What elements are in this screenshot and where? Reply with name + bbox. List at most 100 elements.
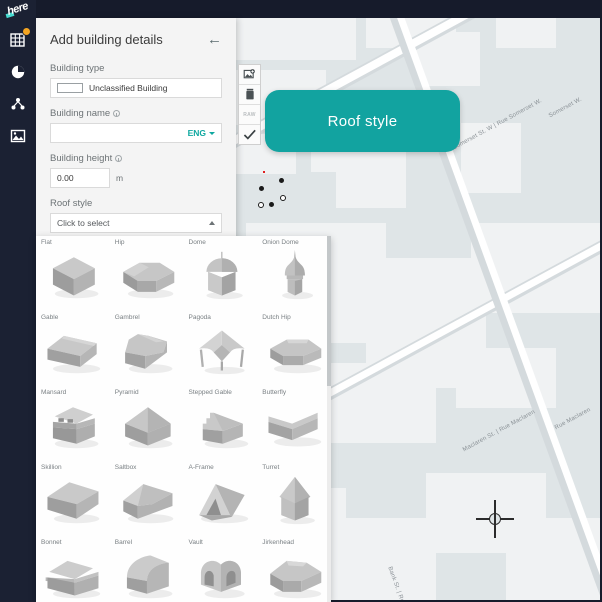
field-building-height: Building height 0.00 m: [36, 153, 236, 188]
here-logo[interactable]: here: [3, 1, 35, 19]
roof-option-label: Vault: [188, 539, 203, 546]
roof-grid-scrollbar-thumb[interactable]: [327, 236, 331, 386]
map-building: [236, 18, 356, 60]
roof-grid-scrollbar-track[interactable]: [327, 236, 331, 602]
sidebar-item-statistics[interactable]: [8, 62, 28, 82]
stepped-gable-roof-art: [202, 412, 248, 449]
roof-option-hip[interactable]: Hip: [110, 236, 184, 311]
building-name-label: Building name: [50, 108, 222, 119]
building-type-label: Building type: [50, 63, 105, 74]
dutch-hip-roof-art: [270, 339, 322, 374]
info-icon[interactable]: [115, 155, 123, 162]
building-height-label: Building height: [50, 153, 222, 164]
vault-roof-art: [200, 560, 245, 599]
roof-option-label: Dutch Hip: [262, 314, 291, 321]
roof-option-pyramid[interactable]: Pyramid: [110, 386, 184, 461]
page-title: Add building details: [50, 32, 163, 47]
map-building: [336, 518, 436, 600]
gable-roof-art: [47, 335, 101, 374]
map-vertex[interactable]: [258, 202, 264, 208]
roof-style-grid: Flat Hip Dome Onion Dome Gable Gambrel P…: [36, 236, 331, 602]
saltbox-roof-art: [123, 484, 174, 524]
image-icon: [10, 129, 26, 143]
field-building-name: Building name ENG: [36, 108, 236, 143]
roof-option-mansard[interactable]: Mansard: [36, 386, 110, 461]
roof-option-label: Gable: [41, 314, 59, 321]
mansard-roof-art: [52, 407, 99, 449]
raw-button[interactable]: RAW: [239, 105, 260, 125]
roof-option-label: Mansard: [41, 389, 67, 396]
field-roof-style: Roof style Click to select: [36, 198, 236, 233]
info-icon[interactable]: [113, 110, 121, 117]
jirkenhead-roof-art: [270, 560, 322, 599]
building-type-swatch: [57, 83, 83, 93]
gambrel-roof-art: [124, 334, 173, 374]
roof-option-vault[interactable]: Vault: [184, 536, 258, 602]
roof-option-saltbox[interactable]: Saltbox: [110, 461, 184, 536]
roof-option-dutch-hip[interactable]: Dutch Hip: [257, 311, 331, 386]
roof-option-butterfly[interactable]: Butterfly: [257, 386, 331, 461]
roof-option-onion-dome[interactable]: Onion Dome: [257, 236, 331, 311]
chevron-down-icon[interactable]: [209, 131, 215, 135]
left-nav-rail: here: [0, 0, 36, 602]
roof-option-label: Pagoda: [188, 314, 211, 321]
roof-option-stepped-gable[interactable]: Stepped Gable: [184, 386, 258, 461]
map-edit-toolbar: RAW: [238, 64, 261, 145]
roof-option-label: Turret: [262, 464, 280, 471]
roof-option-flat[interactable]: Flat: [36, 236, 110, 311]
building-name-input[interactable]: ENG: [50, 123, 222, 143]
roof-option-barrel[interactable]: Barrel: [110, 536, 184, 602]
street-label: Somerset W.: [548, 96, 583, 120]
map-marker-dot: [263, 171, 265, 173]
building-height-input[interactable]: 0.00: [50, 168, 110, 188]
confirm-button[interactable]: [239, 125, 260, 144]
language-code: ENG: [187, 128, 206, 138]
roof-option-label: Bonnet: [41, 539, 62, 546]
roof-option-skillion[interactable]: Skillion: [36, 461, 110, 536]
map-vertex[interactable]: [279, 178, 284, 183]
roof-style-grid-popup[interactable]: Flat Hip Dome Onion Dome Gable Gambrel P…: [36, 236, 331, 602]
roof-option-bonnet[interactable]: Bonnet: [36, 536, 110, 602]
building-type-value: Unclassified Building: [89, 83, 168, 93]
map-building: [496, 18, 556, 48]
roof-option-gable[interactable]: Gable: [36, 311, 110, 386]
skillion-roof-art: [47, 482, 100, 524]
pie-chart-icon: [11, 65, 25, 79]
map-vertex[interactable]: [280, 195, 286, 201]
roof-style-select[interactable]: Click to select: [50, 213, 222, 233]
sidebar-item-connectivity[interactable]: [8, 94, 28, 114]
top-bar: [0, 0, 602, 18]
roof-option-turret[interactable]: Turret: [257, 461, 331, 536]
roof-option-label: Barrel: [114, 539, 133, 546]
roof-option-jirkenhead[interactable]: Jirkenhead: [257, 536, 331, 602]
building-type-input[interactable]: Unclassified Building: [50, 78, 222, 98]
onion-dome-roof-art: [282, 250, 314, 300]
roof-option-label: Flat: [41, 239, 52, 246]
bonnet-roof-art: [45, 560, 101, 599]
chevron-up-icon[interactable]: [209, 221, 215, 225]
street-label: Rue Maclaren: [554, 407, 592, 432]
roof-option-label: Dome: [188, 239, 206, 246]
sidebar-item-grid[interactable]: [8, 27, 31, 50]
add-photo-button[interactable]: [239, 65, 260, 85]
roof-option-label: Skillion: [41, 464, 62, 471]
panel-header: Add building details ←: [36, 18, 236, 53]
map-vertex[interactable]: [269, 202, 274, 207]
roof-option-label: Gambrel: [114, 314, 140, 321]
roof-option-pagoda[interactable]: Pagoda: [184, 311, 258, 386]
roof-option-dome[interactable]: Dome: [184, 236, 258, 311]
roof-option-label: A-Frame: [188, 464, 214, 471]
confirm-check-icon: [243, 129, 256, 140]
delete-button[interactable]: [239, 85, 260, 105]
map-vertex[interactable]: [259, 186, 264, 191]
roof-option-label: Hip: [114, 239, 125, 246]
network-icon: [11, 98, 25, 110]
sidebar-item-imagery[interactable]: [8, 126, 28, 146]
roof-option-gambrel[interactable]: Gambrel: [110, 311, 184, 386]
back-arrow-icon[interactable]: ←: [207, 32, 222, 47]
flat-roof-art: [52, 257, 99, 299]
roof-option-a-frame[interactable]: A-Frame: [184, 461, 258, 536]
turret-roof-art: [279, 476, 316, 525]
add-photo-icon: [243, 69, 255, 79]
roof-style-value: Click to select: [57, 218, 110, 228]
